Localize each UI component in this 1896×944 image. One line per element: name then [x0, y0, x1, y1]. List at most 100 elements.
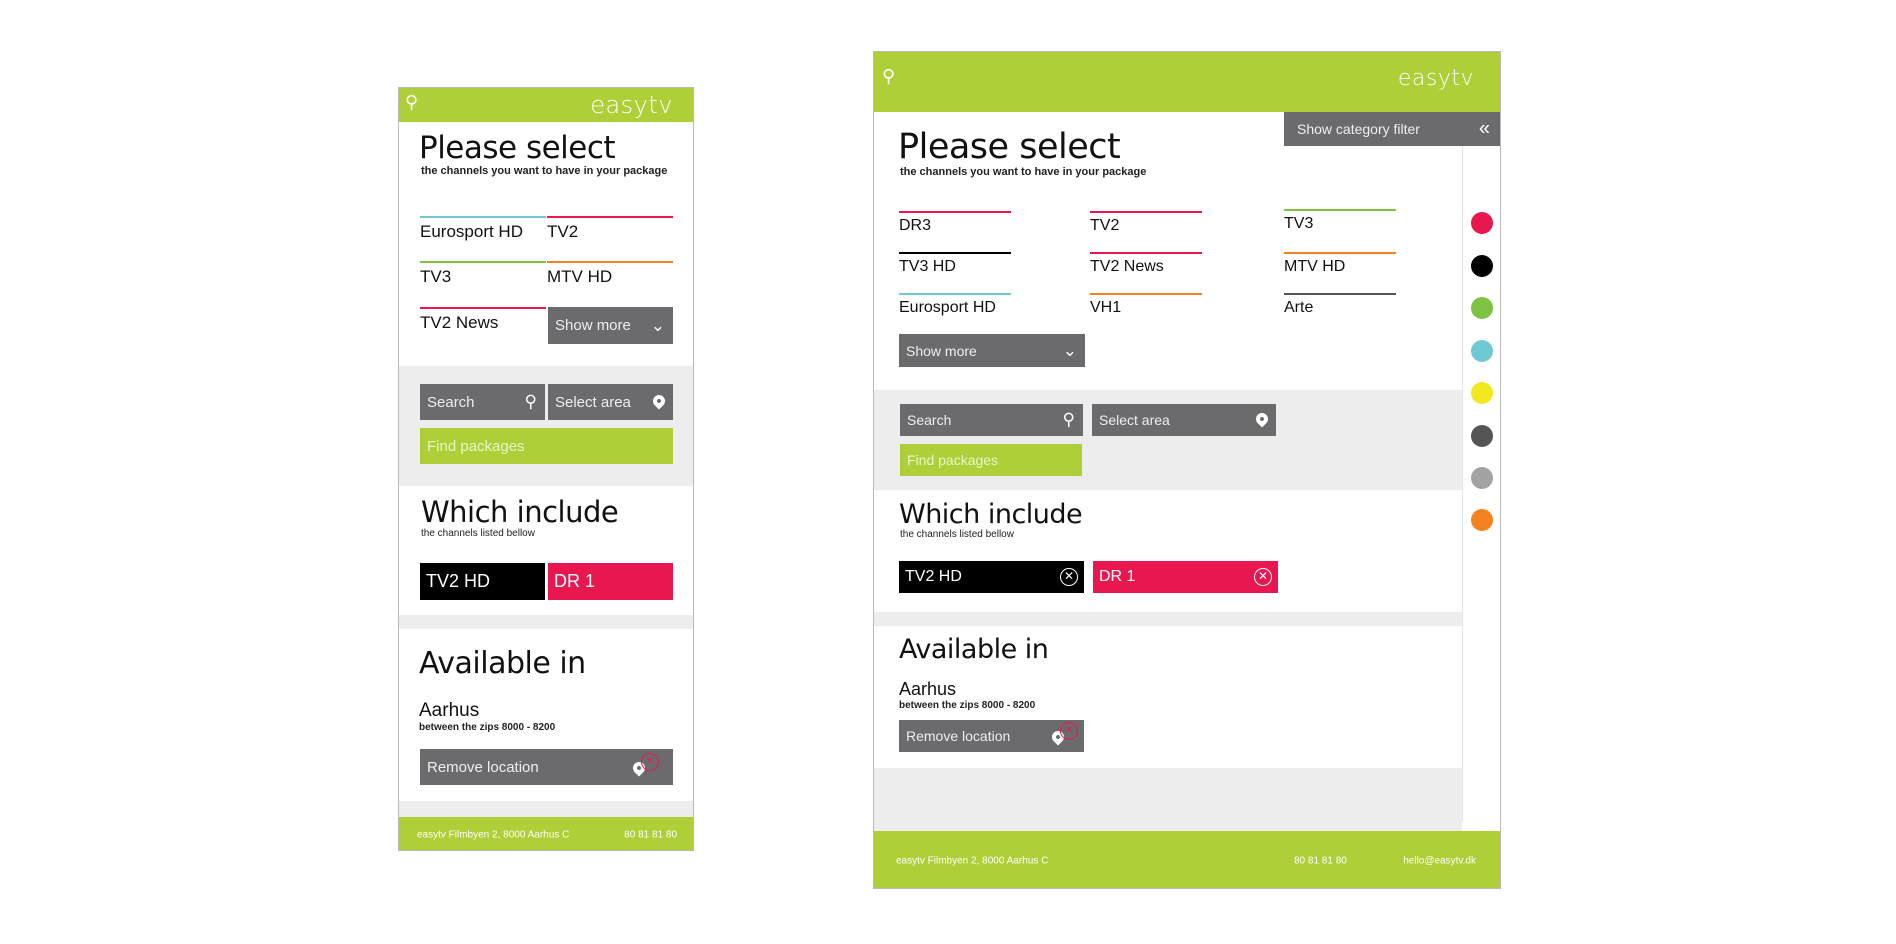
find-packages-button[interactable]: Find packages: [420, 428, 673, 464]
find-packages-button[interactable]: Find packages: [900, 444, 1082, 476]
desktop-city: Aarhus: [899, 679, 957, 699]
chip-label: DR 1: [554, 571, 596, 591]
channel-label: Arte: [1284, 299, 1314, 316]
select-area-dropdown[interactable]: Select area: [1092, 404, 1276, 436]
channel-color-bar: [899, 252, 1011, 254]
included-channel-chip[interactable]: DR 1 ✕: [1093, 561, 1278, 593]
mobile-include-title: Which include: [421, 495, 619, 529]
remove-location-button[interactable]: Remove location ✕: [899, 720, 1084, 752]
channel-item[interactable]: TV3: [1284, 209, 1396, 237]
channel-item[interactable]: TV3: [420, 261, 546, 293]
remove-location-label: Remove location: [906, 728, 1011, 744]
category-color-dot[interactable]: [1471, 509, 1493, 531]
included-channel-chip[interactable]: DR 1: [548, 563, 673, 600]
channel-item[interactable]: VH1: [1090, 293, 1202, 321]
desktop-zips: between the zips 8000 - 8200: [899, 700, 1036, 711]
channel-color-bar: [547, 216, 673, 218]
search-label: Search: [427, 393, 475, 411]
channel-color-bar: [1090, 252, 1202, 254]
close-icon[interactable]: ✕: [1060, 568, 1078, 586]
channel-label: TV3: [1284, 215, 1314, 232]
channel-label: DR3: [899, 217, 932, 234]
select-area-label: Select area: [1099, 412, 1170, 428]
chip-label: DR 1: [1099, 568, 1136, 585]
mobile-divider: [399, 615, 693, 629]
select-area-dropdown[interactable]: Select area: [548, 384, 673, 420]
channel-color-bar: [420, 307, 546, 309]
desktop-footer: easytv Filmbyen 2, 8000 Aarhus C 80 81 8…: [874, 831, 1500, 888]
remove-location-button[interactable]: Remove location ✕: [420, 749, 673, 785]
channel-item[interactable]: TV2: [1090, 211, 1202, 239]
footer-address: easytv Filmbyen 2, 8000 Aarhus C: [417, 829, 570, 840]
channel-label: TV2: [547, 222, 579, 241]
channel-label: TV3: [420, 267, 452, 286]
desktop-include-title: Which include: [899, 499, 1083, 530]
channel-item[interactable]: Eurosport HD: [420, 216, 546, 248]
channel-label: TV3 HD: [899, 258, 956, 275]
mobile-footer: easytv Filmbyen 2, 8000 Aarhus C 80 81 8…: [399, 817, 693, 850]
mobile-city: Aarhus: [419, 700, 480, 721]
remove-location-label: Remove location: [427, 758, 539, 776]
channel-item[interactable]: TV2 News: [420, 307, 546, 339]
show-more-label: Show more: [555, 317, 631, 334]
category-color-dot[interactable]: [1471, 382, 1493, 404]
channel-item[interactable]: Arte: [1284, 293, 1396, 321]
category-color-dot[interactable]: [1471, 425, 1493, 447]
channel-color-bar: [1090, 211, 1202, 213]
channel-item[interactable]: TV3 HD: [899, 252, 1011, 280]
channel-color-bar: [1284, 252, 1396, 254]
footer-address: easytv Filmbyen 2, 8000 Aarhus C: [896, 855, 1049, 866]
channel-label: TV2 News: [420, 313, 499, 332]
find-packages-label: Find packages: [427, 437, 525, 455]
chevron-down-icon: ⌄: [650, 315, 665, 335]
channel-label: MTV HD: [1284, 258, 1346, 275]
category-color-dot[interactable]: [1471, 212, 1493, 234]
channel-item[interactable]: Eurosport HD: [899, 293, 1011, 321]
channel-color-bar: [1284, 293, 1396, 295]
mobile-zips: between the zips 8000 - 8200: [419, 722, 556, 733]
search-icon: ⚲: [1062, 410, 1075, 429]
channel-item[interactable]: DR3: [899, 211, 1011, 239]
channel-color-bar: [420, 216, 546, 218]
location-pin-icon: [650, 392, 668, 412]
channel-color-bar: [547, 261, 673, 263]
category-color-dot[interactable]: [1471, 467, 1493, 489]
channel-item[interactable]: TV2: [547, 216, 673, 248]
category-color-dot[interactable]: [1471, 255, 1493, 277]
desktop-search-panel: Search ⚲ Select area Find packages: [874, 390, 1462, 490]
mobile-mockup: ⚲ easytv Please select the channels you …: [398, 87, 694, 851]
channel-label: VH1: [1090, 299, 1122, 316]
show-more-button[interactable]: Show more ⌄: [899, 334, 1085, 367]
channel-color-bar: [899, 293, 1011, 295]
channel-color-bar: [1090, 293, 1202, 295]
included-channel-chip[interactable]: TV2 HD ✕: [899, 561, 1084, 593]
desktop-include-subtitle: the channels listed bellow: [900, 529, 1014, 540]
channel-label: TV2 News: [1090, 258, 1164, 275]
desktop-divider: [874, 612, 1462, 626]
channel-item[interactable]: MTV HD: [1284, 252, 1396, 280]
channel-item[interactable]: TV2 News: [1090, 252, 1202, 280]
search-input[interactable]: Search ⚲: [420, 384, 545, 420]
chip-label: TV2 HD: [905, 568, 962, 585]
channel-item[interactable]: MTV HD: [547, 261, 673, 293]
location-pin-icon: [1253, 410, 1271, 430]
channel-label: MTV HD: [547, 267, 613, 286]
channel-label: Eurosport HD: [899, 299, 996, 316]
footer-email: hello@easytv.dk: [1403, 855, 1476, 866]
search-icon: ⚲: [524, 392, 537, 411]
close-icon: ✕: [1060, 722, 1078, 740]
mobile-search-panel: Search ⚲ Select area Find packages: [399, 366, 693, 486]
category-color-dot[interactable]: [1471, 297, 1493, 319]
footer-phone: 80 81 81 80: [624, 829, 677, 840]
mobile-available-title: Available in: [419, 646, 586, 681]
category-color-dot[interactable]: [1471, 340, 1493, 362]
select-area-label: Select area: [555, 393, 631, 411]
close-icon[interactable]: ✕: [1254, 568, 1272, 586]
desktop-available-title: Available in: [899, 634, 1049, 665]
search-input[interactable]: Search ⚲: [900, 404, 1083, 436]
channel-label: Eurosport HD: [420, 222, 523, 241]
close-icon: ✕: [641, 753, 659, 771]
channel-label: TV2: [1090, 217, 1120, 234]
show-more-button[interactable]: Show more ⌄: [548, 307, 673, 344]
included-channel-chip[interactable]: TV2 HD: [420, 563, 545, 600]
